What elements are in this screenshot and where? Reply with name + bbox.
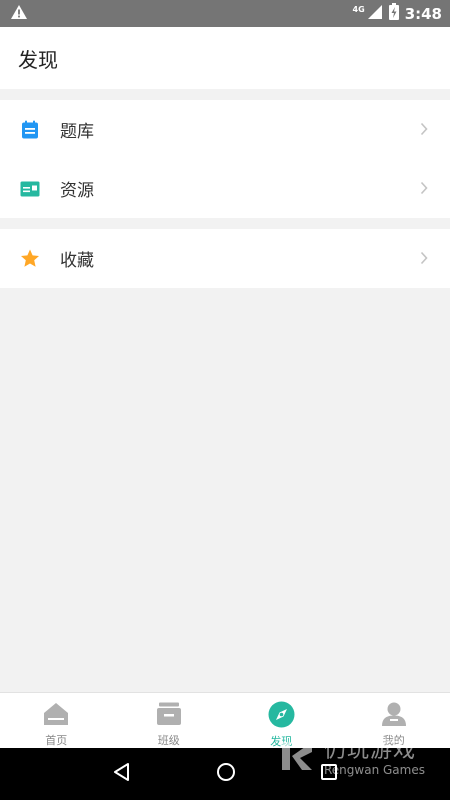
system-navigation-bar xyxy=(0,748,450,800)
class-icon xyxy=(155,701,183,727)
tab-label: 我的 xyxy=(382,734,405,747)
tab-label: 首页 xyxy=(45,734,68,747)
bottom-tab-bar: 首页 班级 发现 我的 xyxy=(0,692,450,748)
tab-home[interactable]: 首页 xyxy=(0,693,113,748)
chevron-right-icon xyxy=(420,250,428,269)
page-header: 发现 xyxy=(0,27,450,89)
menu-item-favorites[interactable]: 收藏 xyxy=(0,229,450,288)
chevron-right-icon xyxy=(420,121,428,140)
signal-icon xyxy=(367,4,383,24)
compass-icon xyxy=(267,701,295,728)
warning-triangle-icon xyxy=(10,4,28,24)
back-icon[interactable] xyxy=(112,762,132,786)
menu-group-1: 题库 资源 xyxy=(0,100,450,218)
tab-profile[interactable]: 我的 xyxy=(338,693,450,748)
calendar-list-icon xyxy=(20,120,40,140)
battery-charging-icon xyxy=(388,3,399,24)
tab-discover[interactable]: 发现 xyxy=(225,693,338,748)
menu-item-label: 资源 xyxy=(60,181,94,201)
home-circle-icon[interactable] xyxy=(216,762,236,786)
user-icon xyxy=(380,701,408,727)
menu-item-label: 收藏 xyxy=(60,251,94,271)
network-type: 4G xyxy=(352,5,365,14)
menu-group-2: 收藏 xyxy=(0,229,450,288)
menu-item-label: 题库 xyxy=(60,122,94,142)
status-bar: 4G 3:48 xyxy=(0,0,450,27)
tab-class[interactable]: 班级 xyxy=(113,693,226,748)
page-title: 发现 xyxy=(18,47,58,72)
menu-item-question-bank[interactable]: 题库 xyxy=(0,100,450,159)
clock: 3:48 xyxy=(404,4,442,23)
home-icon xyxy=(42,701,70,727)
menu-item-resources[interactable]: 资源 xyxy=(0,159,450,218)
star-icon xyxy=(20,249,40,269)
id-card-icon xyxy=(20,179,40,199)
chevron-right-icon xyxy=(420,180,428,199)
tab-label: 发现 xyxy=(270,735,293,748)
recents-square-icon[interactable] xyxy=(320,763,338,785)
tab-label: 班级 xyxy=(157,734,180,747)
